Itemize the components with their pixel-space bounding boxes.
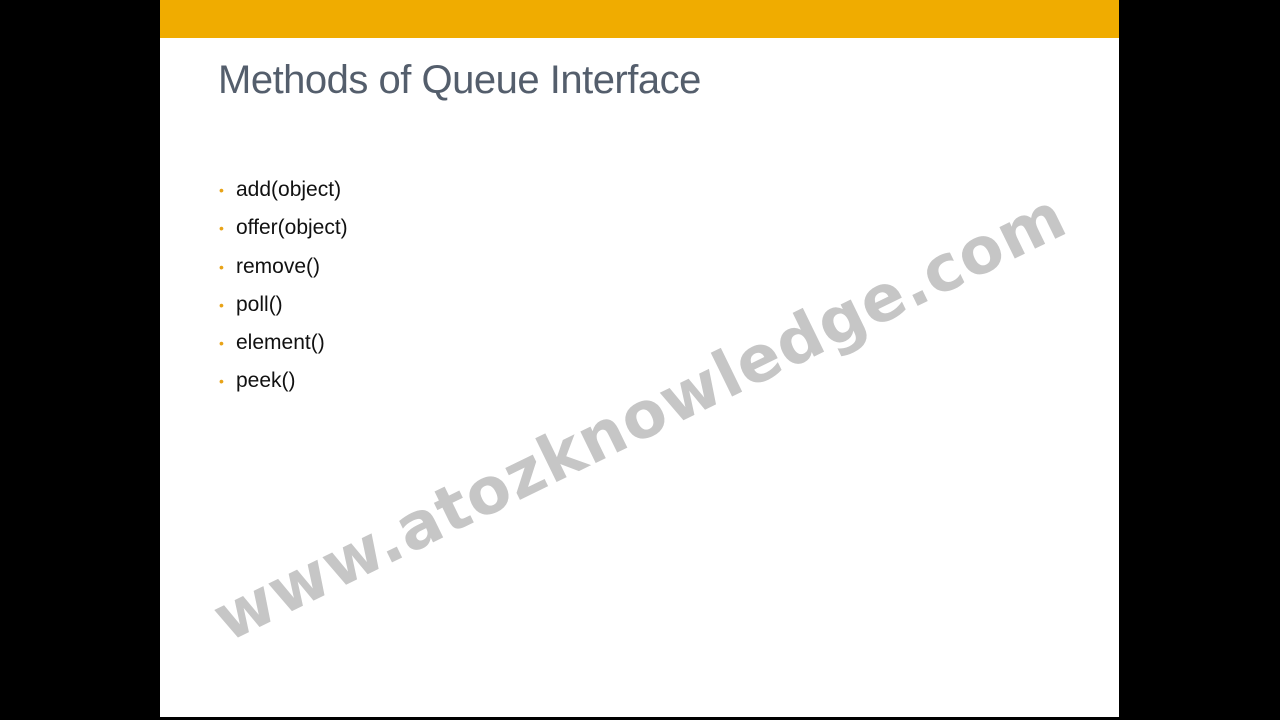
list-item-text: peek()	[236, 369, 296, 393]
bullet-icon: •	[219, 373, 224, 390]
bullet-icon: •	[219, 182, 224, 198]
list-item: • poll()	[216, 286, 348, 324]
bullet-list: • add(object) • offer(object) • remove()…	[216, 171, 348, 401]
list-item-text: poll()	[236, 292, 283, 316]
list-item: • offer(object)	[216, 209, 348, 247]
bullet-icon: •	[219, 335, 224, 352]
list-item: • add(object)	[216, 171, 348, 209]
list-item: • remove()	[216, 248, 348, 286]
list-item-text: add(object)	[236, 178, 342, 201]
list-item: • element()	[216, 324, 348, 362]
bullet-icon: •	[219, 220, 224, 237]
bullet-icon: •	[219, 258, 224, 275]
list-item-text: offer(object)	[236, 216, 348, 240]
list-item: • peek()	[216, 362, 348, 400]
bullet-icon: •	[219, 296, 224, 313]
slide-accent-bar	[160, 0, 1119, 38]
slide-title: Methods of Queue Interface	[218, 58, 701, 102]
list-item-text: element()	[236, 331, 325, 355]
slide: Methods of Queue Interface • add(object)…	[160, 0, 1119, 717]
list-item-text: remove()	[236, 254, 321, 278]
